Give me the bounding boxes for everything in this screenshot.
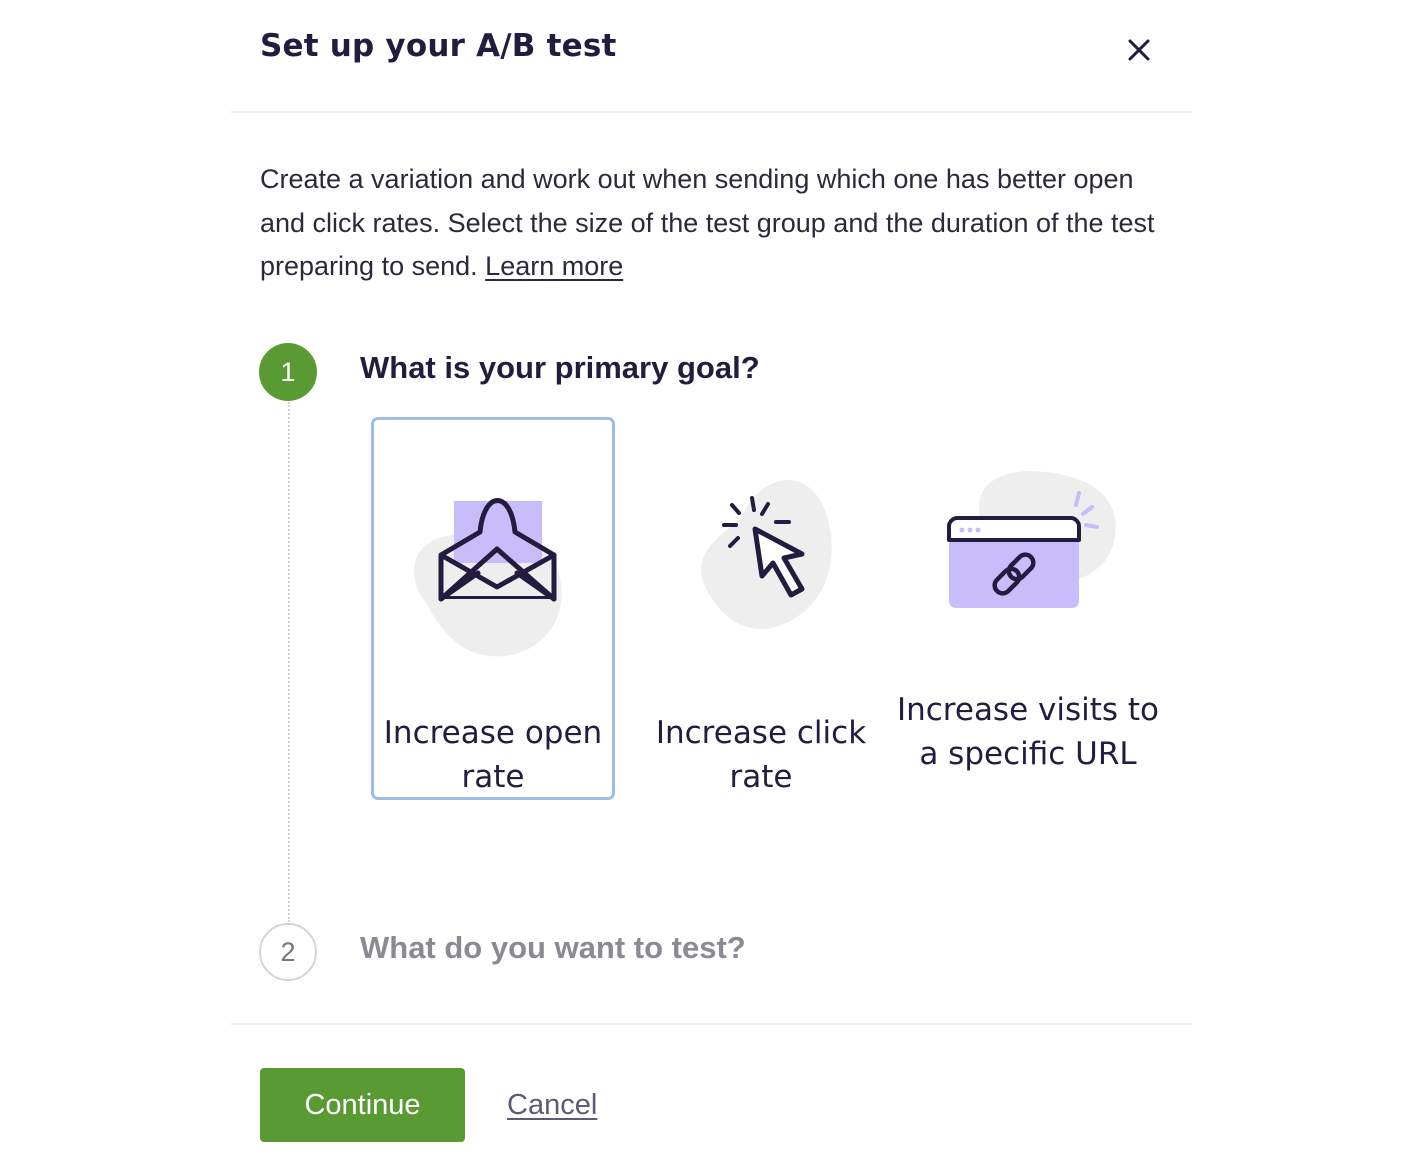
goal-option-url-visits[interactable]: Increase visits to a specific URL xyxy=(897,417,1159,800)
intro-text: Create a variation and work out when sen… xyxy=(260,164,1155,281)
close-icon xyxy=(1128,39,1150,61)
learn-more-link[interactable]: Learn more xyxy=(485,251,623,281)
goal-label-open-rate: Increase open rate xyxy=(383,715,603,795)
goal-option-click-rate[interactable]: Increase click rate xyxy=(639,417,883,800)
dialog-header: Set up your A/B test xyxy=(231,0,1191,113)
continue-button[interactable]: Continue xyxy=(260,1068,465,1142)
goal-label-click-rate: Increase click rate xyxy=(655,715,867,795)
step-connector-line xyxy=(288,402,290,922)
step-2-title[interactable]: What do you want to test? xyxy=(360,930,746,966)
cursor-click-icon xyxy=(701,480,832,629)
browser-link-icon xyxy=(947,471,1116,608)
goal-option-open-rate[interactable]: Increase open rate xyxy=(371,417,615,800)
open-envelope-icon xyxy=(414,498,562,657)
ab-test-dialog: Set up your A/B test Create a variation … xyxy=(0,0,1419,1171)
step-2-indicator: 2 xyxy=(259,923,317,981)
intro-description: Create a variation and work out when sen… xyxy=(260,158,1160,289)
close-button[interactable] xyxy=(1123,34,1155,66)
dialog-title: Set up your A/B test xyxy=(260,28,617,64)
step-1-title: What is your primary goal? xyxy=(360,350,760,385)
cancel-link[interactable]: Cancel xyxy=(507,1089,597,1122)
step-1-indicator: 1 xyxy=(259,343,317,401)
goal-label-url-visits: Increase visits to a specific URL xyxy=(896,692,1160,772)
footer-divider xyxy=(231,1023,1191,1025)
